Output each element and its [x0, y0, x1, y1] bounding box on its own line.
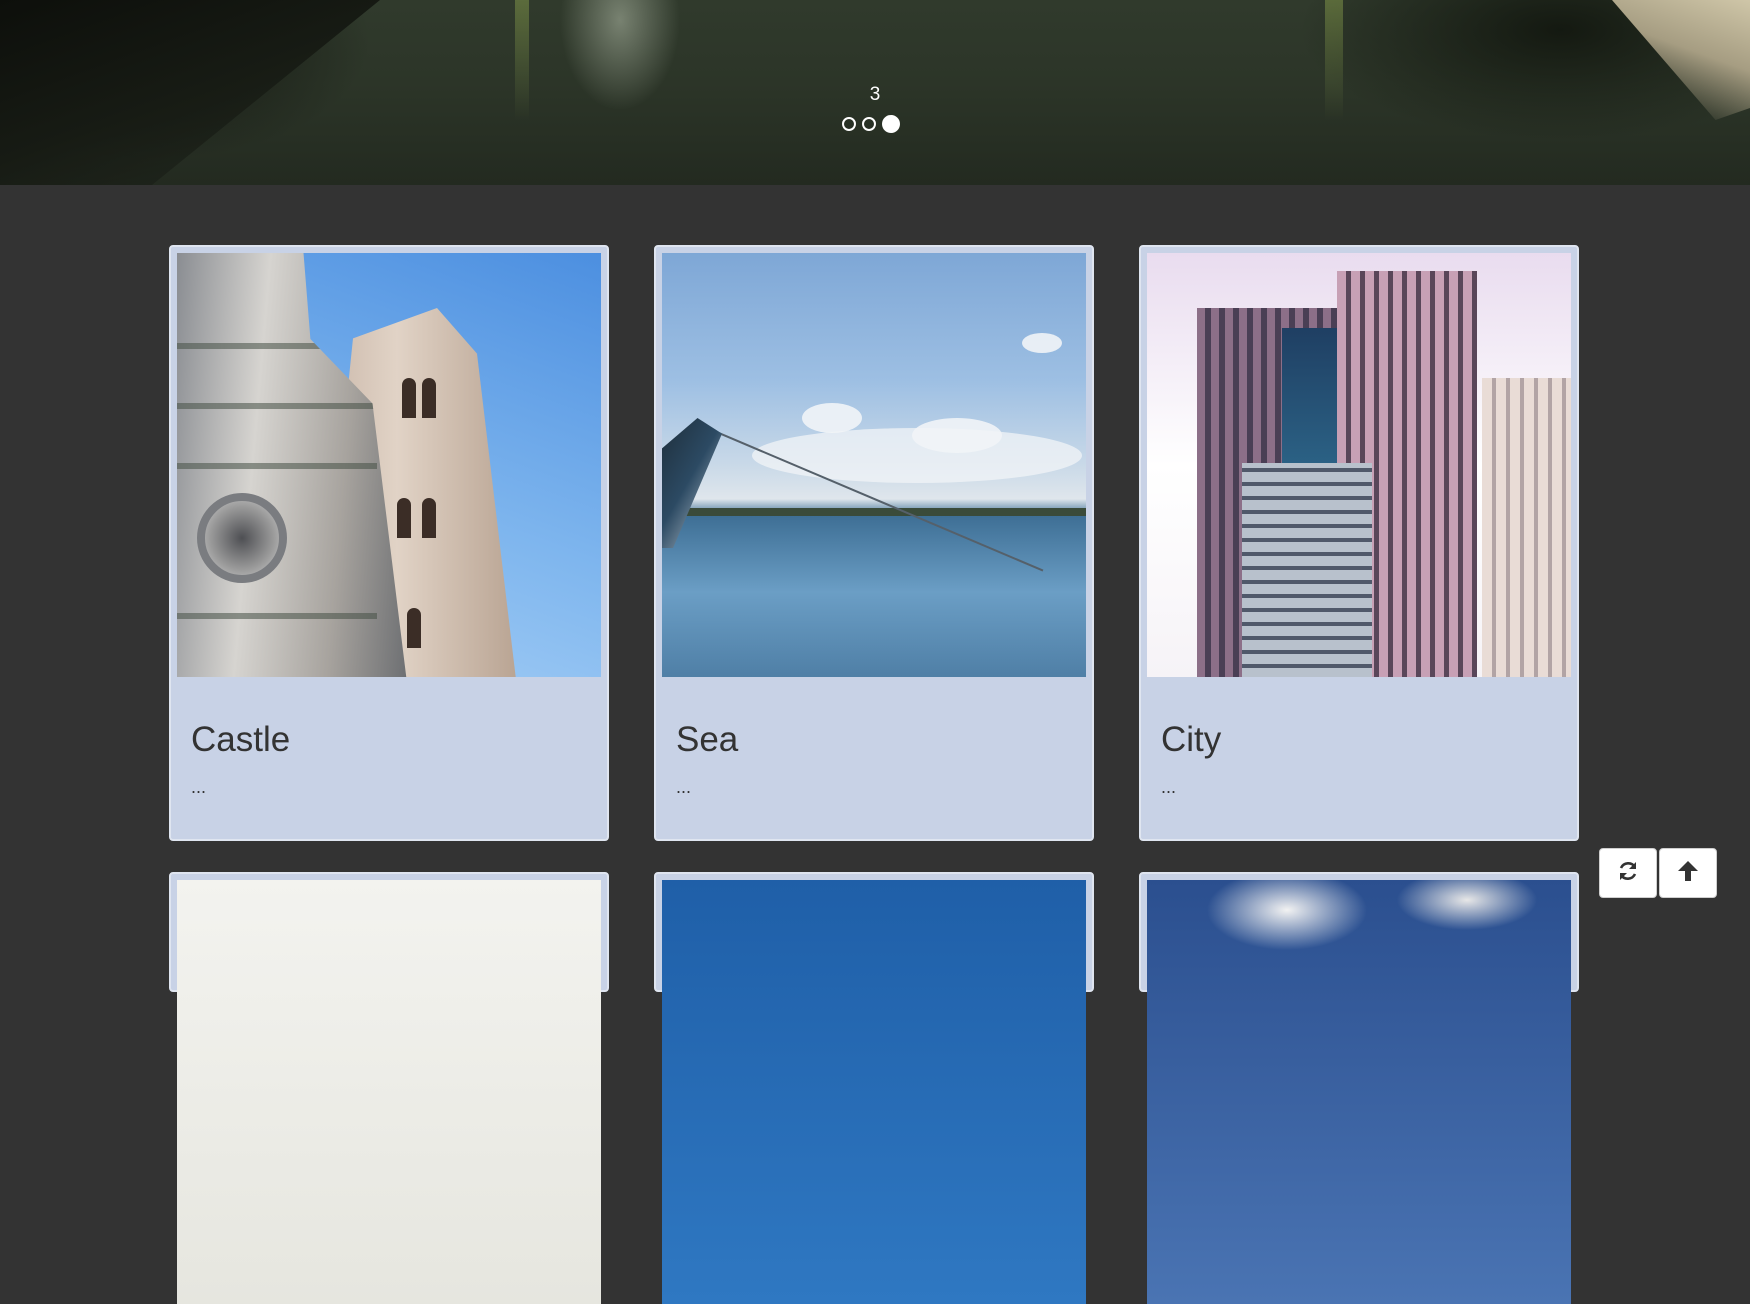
- card-title: City: [1161, 720, 1222, 759]
- card-sea[interactable]: Sea ...: [654, 245, 1094, 841]
- sea-image: [662, 253, 1086, 677]
- card-image: [662, 880, 1086, 1304]
- carousel-dot-2[interactable]: [862, 117, 876, 131]
- card-image: [1147, 880, 1571, 1304]
- refresh-icon: [1616, 859, 1640, 888]
- hero-carousel: 3: [0, 0, 1750, 185]
- carousel-dot-3-active[interactable]: [882, 115, 900, 133]
- scroll-top-button[interactable]: [1659, 848, 1717, 898]
- card-city[interactable]: City ...: [1139, 245, 1579, 841]
- arrow-up-icon: [1677, 859, 1699, 888]
- card-castle[interactable]: Castle ...: [169, 245, 609, 841]
- carousel-dot-1[interactable]: [842, 117, 856, 131]
- slide-number: 3: [869, 84, 881, 105]
- card-image: [177, 880, 601, 1304]
- card-partial[interactable]: [654, 872, 1094, 1304]
- card-description: ...: [191, 777, 207, 797]
- city-image: [1147, 253, 1571, 677]
- castle-image: [177, 253, 601, 677]
- card-title: Sea: [676, 720, 739, 759]
- carousel-indicators: [842, 114, 900, 134]
- refresh-button[interactable]: [1599, 848, 1657, 898]
- card-title: Castle: [191, 720, 291, 759]
- card-partial[interactable]: [169, 872, 609, 1304]
- card-partial[interactable]: [1139, 872, 1579, 1304]
- card-description: ...: [1161, 777, 1177, 797]
- card-description: ...: [676, 777, 692, 797]
